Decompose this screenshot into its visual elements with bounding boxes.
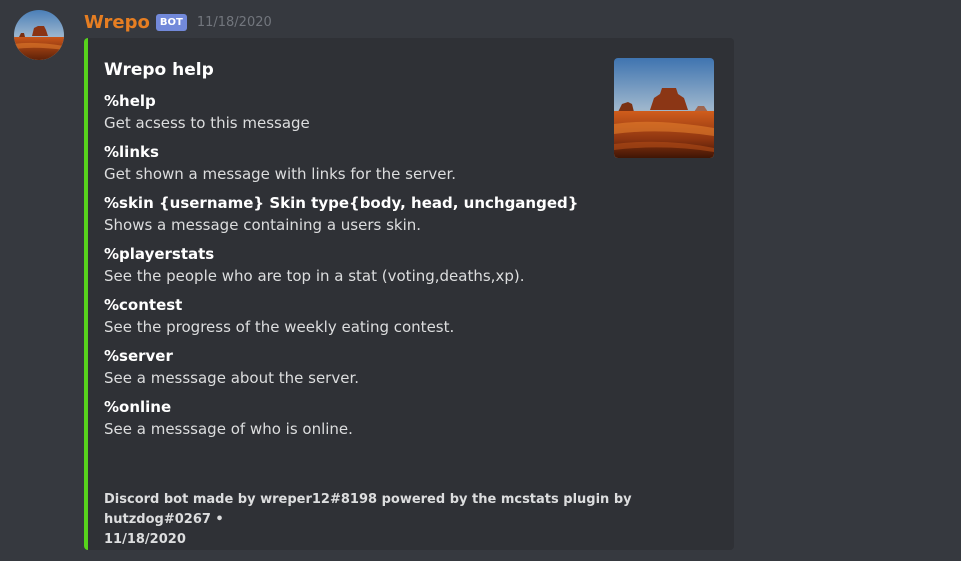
embed-field: %skin {username} Skin type{body, head, u… xyxy=(104,193,594,236)
embed-field: %help Get acsess to this message xyxy=(104,91,594,134)
message-header: Wrepo BOT 11/18/2020 xyxy=(84,9,272,35)
field-value: See the progress of the weekly eating co… xyxy=(104,318,455,336)
chat-message: Wrepo BOT 11/18/2020 Wrepo help %help Ge… xyxy=(0,0,961,561)
desert-landscape-image xyxy=(614,58,714,158)
field-name: %server xyxy=(104,347,173,365)
embed-title: Wrepo help xyxy=(104,60,214,80)
embed-content: Wrepo help %help Get acsess to this mess… xyxy=(104,58,594,448)
user-avatar[interactable] xyxy=(14,10,64,60)
embed-footer: Discord bot made by wreper12#8198 powere… xyxy=(104,490,704,550)
message-timestamp: 11/18/2020 xyxy=(196,14,272,30)
field-value: Get acsess to this message xyxy=(104,114,310,132)
field-value: Shows a message containing a users skin. xyxy=(104,216,422,234)
field-name: %playerstats xyxy=(104,245,215,263)
field-name: %help xyxy=(104,92,156,110)
footer-text: Discord bot made by wreper12#8198 powere… xyxy=(104,492,632,527)
embed-field: %links Get shown a message with links fo… xyxy=(104,142,594,185)
embed-field: %online See a messsage of who is online. xyxy=(104,397,594,440)
field-name: %online xyxy=(104,398,172,416)
embed-field: %server See a messsage about the server. xyxy=(104,346,594,389)
field-value: See a messsage about the server. xyxy=(104,369,360,387)
field-name: %contest xyxy=(104,296,183,314)
embed-field: %playerstats See the people who are top … xyxy=(104,244,594,287)
help-embed: Wrepo help %help Get acsess to this mess… xyxy=(84,38,734,550)
field-value: See the people who are top in a stat (vo… xyxy=(104,267,525,285)
desert-landscape-image xyxy=(14,10,64,60)
field-value: See a messsage of who is online. xyxy=(104,420,353,438)
footer-timestamp: 11/18/2020 xyxy=(104,532,186,547)
field-name: %links xyxy=(104,143,159,161)
field-name: %skin {username} Skin type{body, head, u… xyxy=(104,194,579,212)
embed-field: %contest See the progress of the weekly … xyxy=(104,295,594,338)
embed-accent-bar xyxy=(84,38,88,550)
embed-thumbnail[interactable] xyxy=(614,58,714,158)
bot-badge: BOT xyxy=(155,13,187,31)
field-value: Get shown a message with links for the s… xyxy=(104,165,457,183)
username[interactable]: Wrepo xyxy=(84,12,150,33)
